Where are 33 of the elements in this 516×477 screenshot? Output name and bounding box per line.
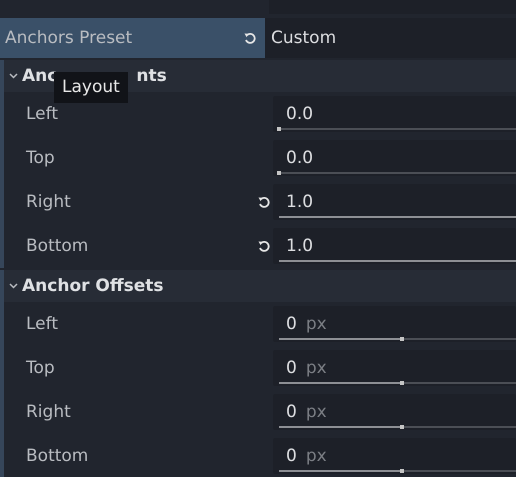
property-label: Bottom xyxy=(26,446,88,466)
property-label: Right xyxy=(26,192,71,212)
number-field[interactable]: 0 px xyxy=(273,350,516,386)
slider-thumb[interactable] xyxy=(277,127,281,131)
section-title: Anchor Offsets xyxy=(22,276,164,296)
section-title: nts xyxy=(136,66,167,86)
reset-icon[interactable] xyxy=(257,239,271,253)
number-field[interactable]: 0.0 xyxy=(273,140,516,176)
caret-icon xyxy=(8,72,19,80)
property-label: Left xyxy=(26,314,58,334)
tooltip: Layout xyxy=(54,72,128,103)
slider-thumb[interactable] xyxy=(400,381,404,385)
dropdown-field[interactable]: Custom xyxy=(265,18,516,58)
section-header[interactable]: Anchor Offsets xyxy=(4,270,516,302)
property-label: Bottom xyxy=(26,236,88,256)
slider-thumb[interactable] xyxy=(400,425,404,429)
number-field[interactable]: 0 px xyxy=(273,306,516,342)
caret-icon xyxy=(8,282,19,290)
property-label: Top xyxy=(26,358,55,378)
slider-thumb[interactable] xyxy=(400,469,404,473)
number-field[interactable]: 0 px xyxy=(273,438,516,474)
property-label[interactable]: Anchors Preset xyxy=(0,18,265,58)
reset-icon[interactable] xyxy=(243,31,257,45)
property-label: Left xyxy=(26,104,58,124)
property-label: Right xyxy=(26,402,71,422)
number-field[interactable]: 0.0 xyxy=(273,96,516,132)
slider-thumb[interactable] xyxy=(400,337,404,341)
property-label: Top xyxy=(26,148,55,168)
reset-icon[interactable] xyxy=(257,195,271,209)
number-field[interactable]: 1.0 xyxy=(273,228,516,264)
number-field[interactable]: 0 px xyxy=(273,394,516,430)
number-field[interactable]: 1.0 xyxy=(273,184,516,220)
slider-thumb[interactable] xyxy=(277,171,281,175)
